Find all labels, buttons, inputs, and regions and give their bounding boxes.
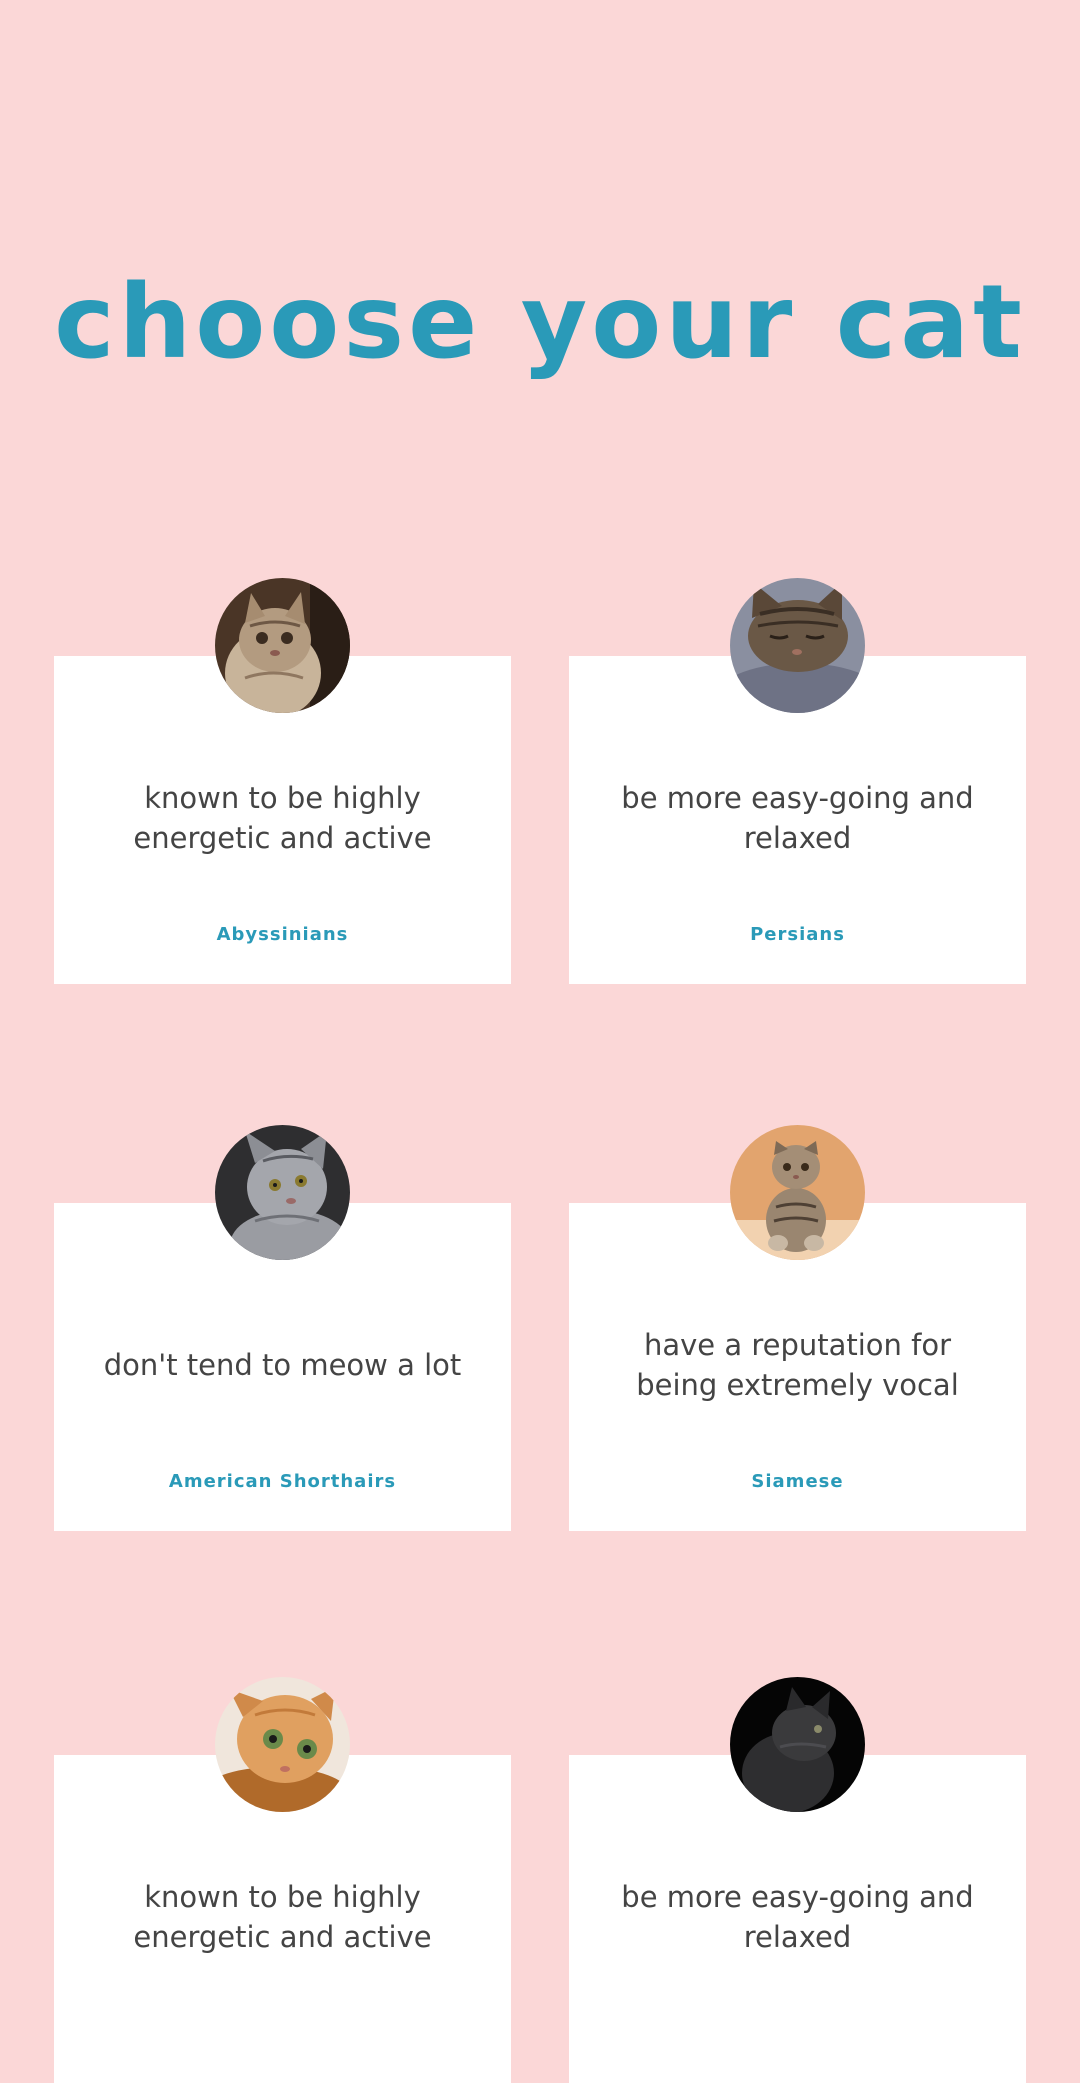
cat-description: known to be highly energetic and active: [133, 1880, 432, 1954]
cat-breed-link[interactable]: American Shorthairs: [54, 1471, 511, 1492]
cat-description: have a reputation for being extremely vo…: [636, 1328, 959, 1402]
cat-avatar: [730, 578, 865, 713]
cat-breed-link[interactable]: Siamese: [569, 1471, 1026, 1492]
cat-card-american-shorthairs[interactable]: don't tend to meow a lot American Shorth…: [54, 1125, 511, 1531]
page-title: choose your cat: [54, 263, 1026, 382]
cat-card-abyssinians[interactable]: known to be highly energetic and active …: [54, 578, 511, 984]
cat-avatar: [215, 1125, 350, 1260]
cat-breed-link[interactable]: Persians: [569, 924, 1026, 945]
cat-breed-link[interactable]: Abyssinians: [54, 924, 511, 945]
cat-avatar: [215, 1677, 350, 1812]
cat-card-persians[interactable]: be more easy-going and relaxed Persians: [569, 578, 1026, 984]
cat-description: known to be highly energetic and active: [133, 781, 432, 855]
cat-card[interactable]: be more easy-going and relaxed: [569, 1677, 1026, 2083]
cat-avatar: [730, 1677, 865, 1812]
cat-avatar: [730, 1125, 865, 1260]
cat-avatar: [215, 578, 350, 713]
cat-card-siamese[interactable]: have a reputation for being extremely vo…: [569, 1125, 1026, 1531]
cat-description: be more easy-going and relaxed: [621, 1880, 974, 1954]
cat-card[interactable]: known to be highly energetic and active: [54, 1677, 511, 2083]
cat-description: don't tend to meow a lot: [103, 1348, 462, 1382]
cat-description: be more easy-going and relaxed: [621, 781, 974, 855]
